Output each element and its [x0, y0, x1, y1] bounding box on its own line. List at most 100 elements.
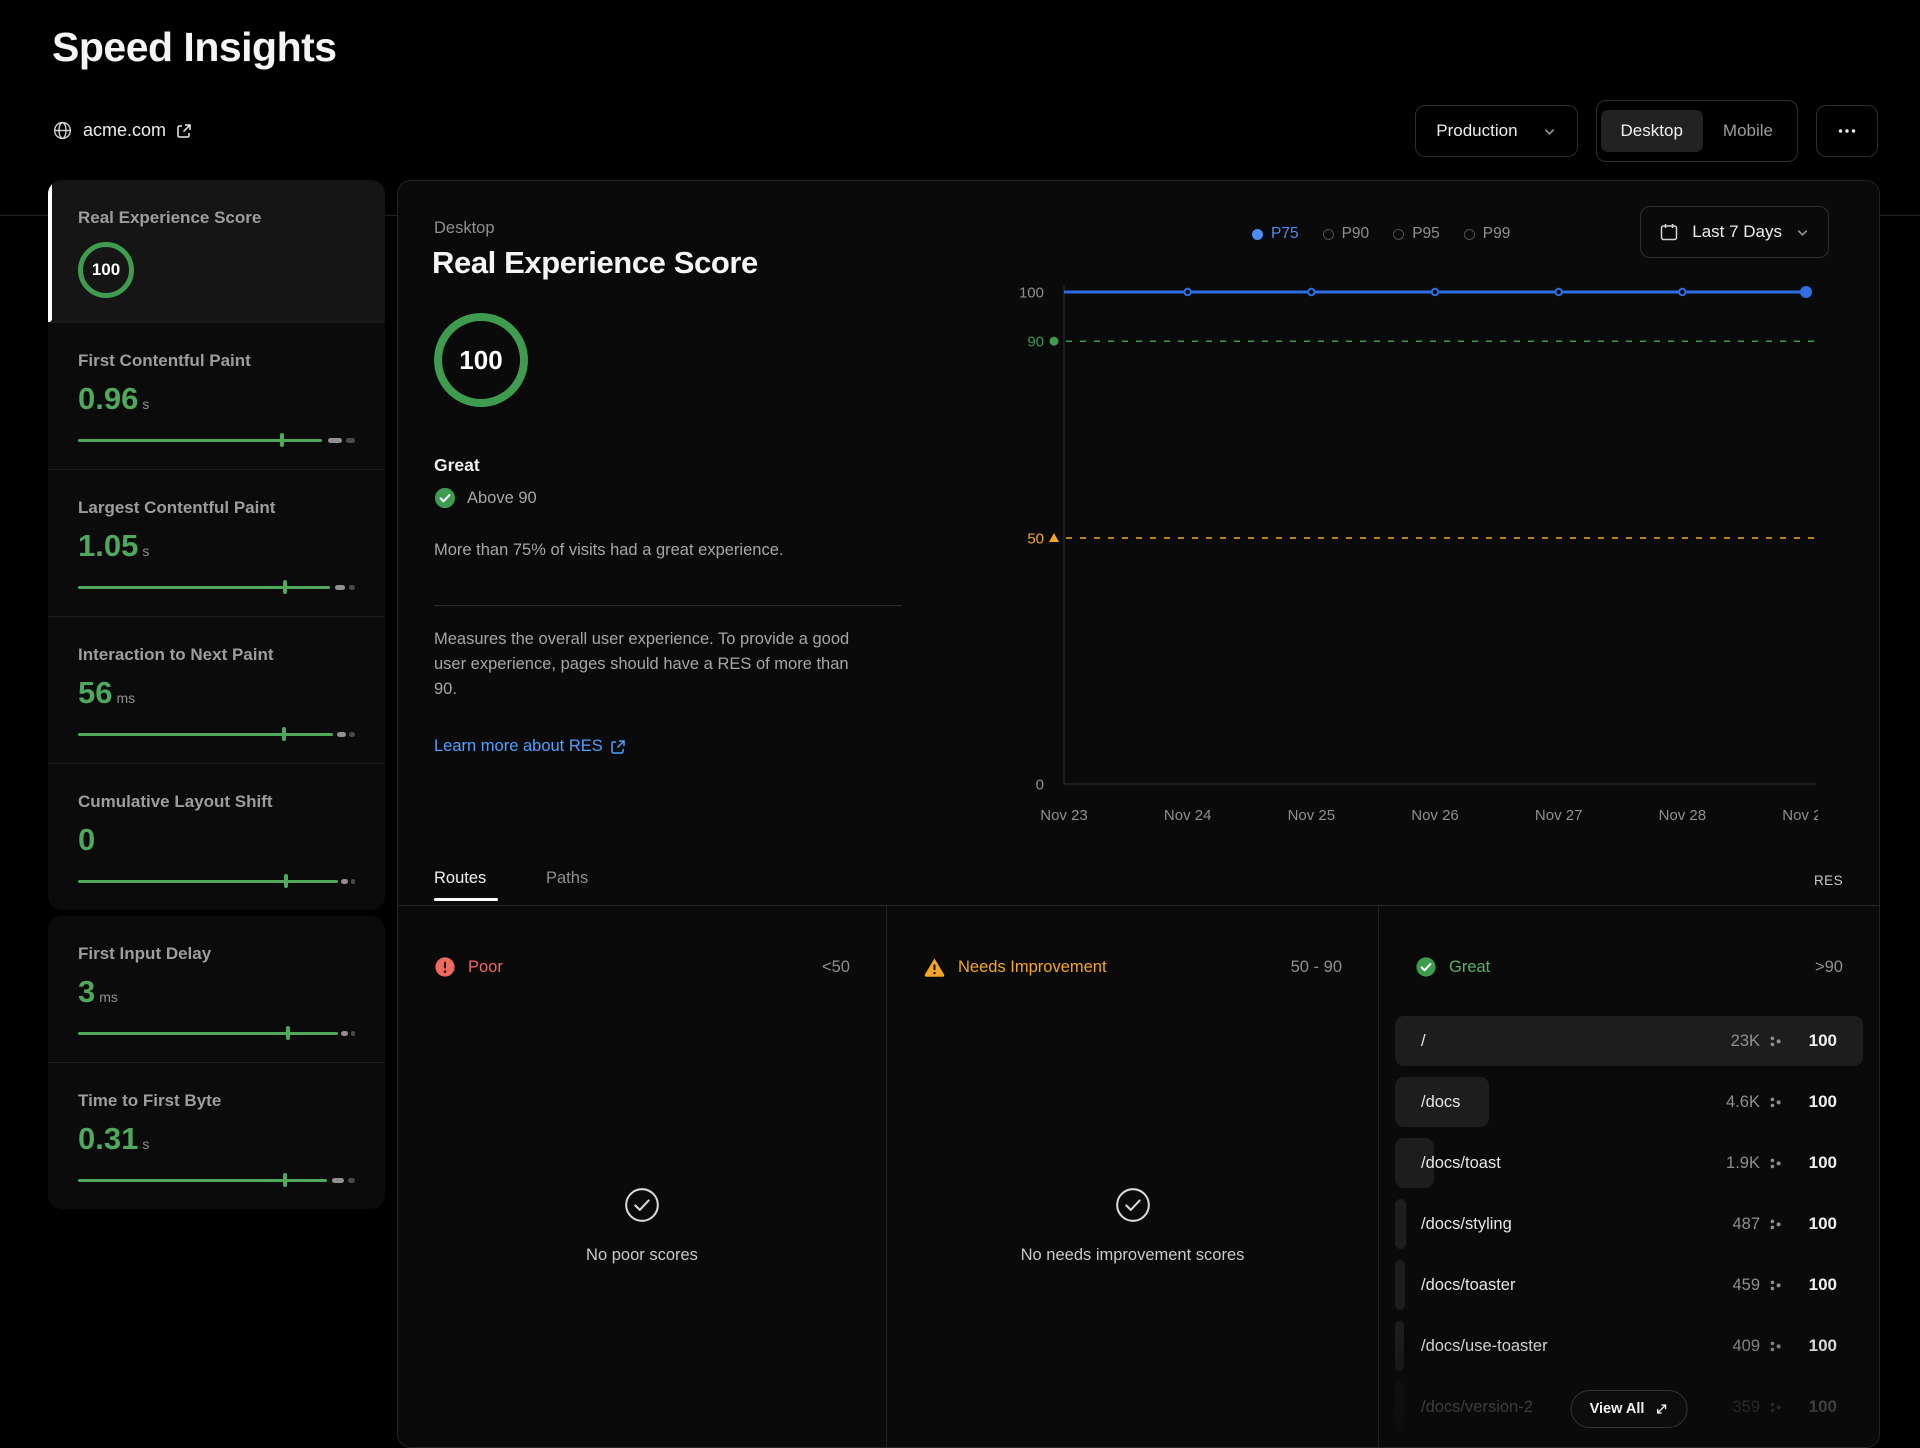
score-unit-label: RES [1814, 873, 1843, 888]
device-desktop-button[interactable]: Desktop [1601, 110, 1703, 152]
metric-card-first-input-delay[interactable]: First Input Delay3ms [48, 916, 385, 1062]
error-icon [434, 956, 456, 978]
metric-card-time-to-first-byte[interactable]: Time to First Byte0.31s [48, 1062, 385, 1209]
needs-empty-state: No needs improvement scores [887, 1186, 1378, 1265]
bucket-great-range: >90 [1815, 958, 1843, 977]
bucket-needs-range: 50 - 90 [1291, 958, 1342, 977]
route-path: /docs/use-toaster [1421, 1337, 1548, 1356]
external-link-icon [176, 123, 192, 139]
expand-icon [1654, 1402, 1668, 1416]
route-sample-count: 4.6K [1726, 1093, 1760, 1112]
bucket-great: Great >90 /23K100/docs4.6K100/docs/toast… [1378, 906, 1879, 1447]
route-path: /docs/version-2 [1421, 1398, 1533, 1417]
route-traffic-bar [1395, 1260, 1405, 1310]
date-range-select[interactable]: Last 7 Days [1640, 206, 1829, 258]
view-all-button[interactable]: View All [1571, 1390, 1688, 1428]
route-metrics: 459100 [1732, 1275, 1837, 1295]
poor-empty-state: No poor scores [398, 1186, 886, 1265]
x-tick-label: Nov 29 [1782, 807, 1818, 824]
tab-routes[interactable]: Routes [434, 869, 486, 888]
route-score: 100 [1791, 1397, 1837, 1417]
metric-title: First Contentful Paint [78, 323, 355, 371]
route-score: 100 [1791, 1214, 1837, 1234]
chevron-down-icon [1795, 225, 1810, 240]
data-point[interactable] [1555, 289, 1561, 295]
res-score-ring: 100 [78, 242, 134, 298]
calendar-icon [1659, 222, 1679, 242]
data-point-last[interactable] [1800, 286, 1812, 298]
x-tick-label: Nov 27 [1535, 807, 1583, 824]
data-point[interactable] [1432, 289, 1438, 295]
data-point[interactable] [1308, 289, 1314, 295]
metric-card-largest-contentful-paint[interactable]: Largest Contentful Paint1.05s [48, 469, 385, 616]
y-tick-label: 90 [1027, 334, 1044, 351]
device-mobile-button[interactable]: Mobile [1703, 110, 1793, 152]
samples-dots-icon [1769, 1279, 1782, 1292]
threshold-marker-triangle [1049, 533, 1059, 542]
metric-distribution-bar [78, 580, 355, 594]
data-point[interactable] [1679, 289, 1685, 295]
more-menu-button[interactable] [1816, 105, 1878, 157]
metric-title: First Input Delay [78, 916, 355, 964]
domain-link[interactable]: acme.com [52, 120, 192, 141]
tab-paths[interactable]: Paths [546, 869, 588, 888]
route-path: / [1421, 1032, 1426, 1051]
y-tick-label: 100 [1019, 285, 1044, 302]
learn-more-label: Learn more about RES [434, 737, 603, 756]
metric-card-first-contentful-paint[interactable]: First Contentful Paint0.96s [48, 322, 385, 469]
x-tick-label: Nov 24 [1164, 807, 1212, 824]
metric-value: 56ms [78, 675, 355, 711]
route-score: 100 [1791, 1336, 1837, 1356]
legend-p90[interactable]: P90 [1323, 225, 1370, 243]
needs-empty-text: No needs improvement scores [887, 1246, 1378, 1265]
y-tick-label: 0 [1036, 777, 1044, 794]
route-row[interactable]: /docs/toaster 459100 [1395, 1260, 1863, 1310]
environment-label: Production [1436, 121, 1517, 141]
threshold-marker-circle [1050, 337, 1059, 346]
metric-title: Cumulative Layout Shift [78, 764, 355, 812]
route-metrics: 23K 100 [1731, 1031, 1837, 1051]
bucket-poor: Poor <50 No poor scores [398, 906, 886, 1447]
route-path: /docs/toaster [1421, 1276, 1515, 1295]
metric-card-real-experience-score[interactable]: Real Experience Score 100 [48, 180, 385, 322]
legend-p95[interactable]: P95 [1393, 225, 1440, 243]
route-row[interactable]: /docs/toast1.9K100 [1395, 1138, 1863, 1188]
status-detail: Above 90 [467, 489, 537, 508]
route-row[interactable]: /docs4.6K100 [1395, 1077, 1863, 1127]
route-traffic-bar [1395, 1199, 1406, 1249]
route-score: 100 [1791, 1031, 1837, 1051]
header-controls: Production Desktop Mobile [1415, 100, 1878, 162]
bucket-needs-label: Needs Improvement [958, 958, 1107, 977]
metrics-sidebar-primary: Real Experience Score 100 First Contentf… [48, 180, 385, 910]
route-metrics: 409100 [1732, 1336, 1837, 1356]
data-point[interactable] [1184, 289, 1190, 295]
route-path: /docs/styling [1421, 1215, 1512, 1234]
metric-card-cumulative-layout-shift[interactable]: Cumulative Layout Shift0 [48, 763, 385, 910]
environment-select[interactable]: Production [1415, 105, 1577, 157]
summary-score-ring: 100 [434, 313, 528, 407]
summary-divider [434, 605, 902, 606]
legend-p99[interactable]: P99 [1464, 225, 1511, 243]
route-row[interactable]: / 23K 100 [1395, 1016, 1863, 1066]
route-row[interactable]: /docs/styling 487100 [1395, 1199, 1863, 1249]
legend-dot-outline [1393, 229, 1404, 240]
check-circle-icon [623, 1186, 661, 1224]
metric-card-interaction-to-next-paint[interactable]: Interaction to Next Paint56ms [48, 616, 385, 763]
samples-dots-icon [1769, 1035, 1782, 1048]
device-toggle: Desktop Mobile [1596, 100, 1798, 162]
metric-distribution-bar [78, 1173, 355, 1187]
legend-p75[interactable]: P75 [1252, 225, 1299, 243]
route-score: 100 [1791, 1153, 1837, 1173]
x-tick-label: Nov 28 [1659, 807, 1707, 824]
route-sample-count: 23K [1731, 1032, 1760, 1051]
route-metrics: 487100 [1732, 1214, 1837, 1234]
route-sample-count: 359 [1732, 1398, 1760, 1417]
route-traffic-bar [1395, 1321, 1404, 1371]
route-row[interactable]: /docs/use-toaster 409100 [1395, 1321, 1863, 1371]
learn-more-link[interactable]: Learn more about RES [434, 737, 626, 756]
domain-name: acme.com [83, 120, 166, 141]
view-all-label: View All [1590, 1401, 1645, 1417]
samples-dots-icon [1769, 1218, 1782, 1231]
metric-distribution-bar [78, 874, 355, 888]
bucket-poor-header: Poor <50 [398, 906, 886, 978]
